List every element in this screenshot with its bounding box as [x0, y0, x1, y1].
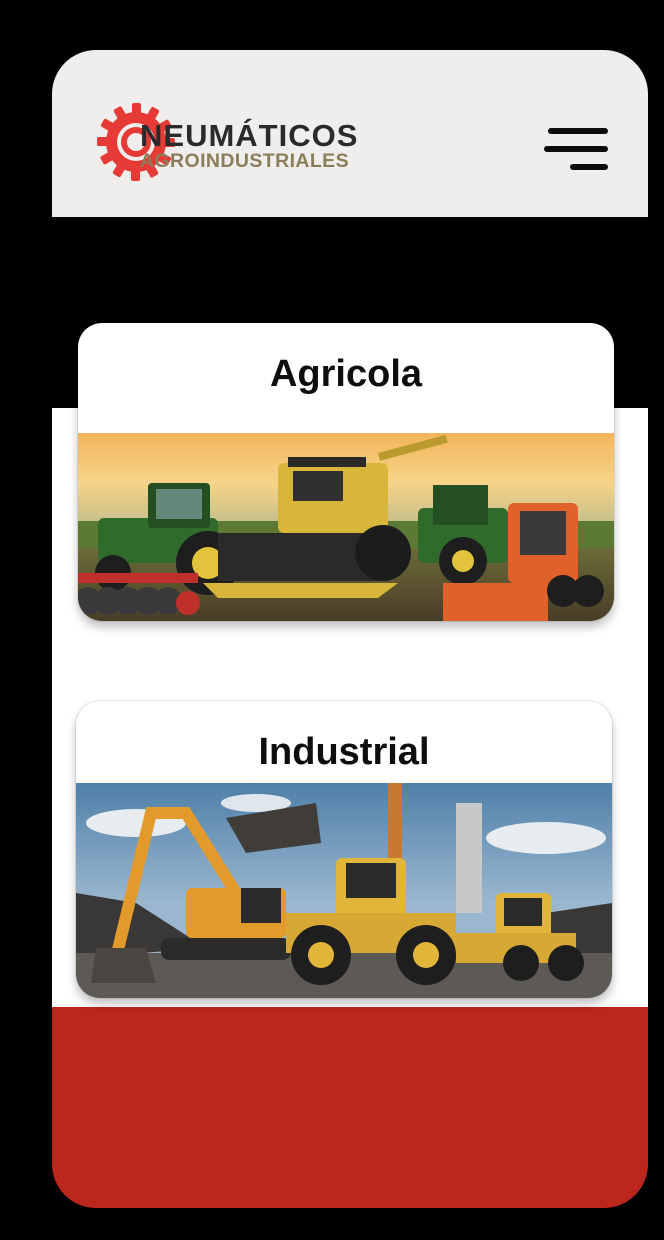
- site-header: NEUMÁTICOS AGROINDUSTRIALES: [52, 50, 648, 217]
- hamburger-menu-icon[interactable]: [542, 124, 612, 176]
- construction-machinery-photo: [76, 783, 612, 998]
- category-title: Industrial: [258, 731, 430, 773]
- brand-name: NEUMÁTICOS: [140, 118, 359, 153]
- footer: [52, 1007, 648, 1208]
- category-title: Agricola: [269, 353, 423, 395]
- category-card-agricola[interactable]: Agricola: [78, 323, 614, 621]
- brand-tagline: AGROINDUSTRIALES: [140, 150, 349, 172]
- category-card-industrial[interactable]: Industrial: [76, 701, 612, 998]
- phone-frame: NEUMÁTICOS AGROINDUSTRIALES Agricola Ind…: [52, 50, 648, 1208]
- agricultural-machinery-photo: [78, 433, 614, 621]
